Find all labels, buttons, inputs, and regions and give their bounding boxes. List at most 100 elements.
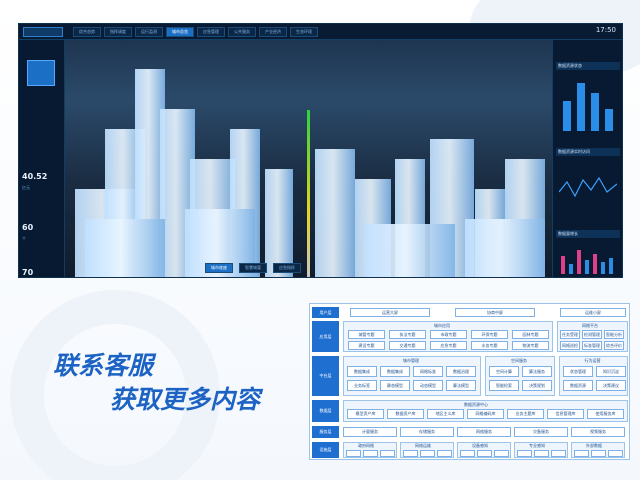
- promo-page: 综合态势 指挥调度 运行监测 城市总览 应急管理 公共服务 产业经济 生态环境 17:50 4…: [0, 0, 640, 480]
- bottom-tab-1[interactable]: 城市底座: [205, 263, 233, 273]
- middle-box-3: 网格标准: [413, 366, 443, 377]
- highlighted-road: [307, 110, 310, 277]
- kpi-value-2: 60: [22, 223, 34, 232]
- building-14: [85, 219, 165, 277]
- dashboard-tab-6[interactable]: 公共服务: [228, 26, 256, 37]
- infra-group-title-2: 网络运维: [415, 443, 431, 448]
- app-box-10: 物流专题: [512, 341, 549, 350]
- infra-group-title-1: 政府网格: [358, 443, 374, 448]
- infra-group-title-4: 专业感知: [529, 443, 545, 448]
- building-7: [265, 169, 293, 277]
- app-box-2: 执法专题: [389, 330, 426, 339]
- kpi-unit-1: 亿元: [22, 185, 30, 190]
- user-box-2: 协商中屏: [455, 308, 535, 317]
- architecture-diagram: 用户层 应用层 中台层 数据层 服务层 设施层 运营大屏 协商中屏 运维小屏 城市应用 城…: [309, 303, 630, 460]
- app-right-group-title: 网格平台: [582, 323, 598, 328]
- kpi-value-1: 40.52: [22, 172, 48, 181]
- infra-mini-box: [591, 450, 606, 457]
- app-right-box-1: 任务受理: [560, 330, 580, 339]
- right-panel-title-3: 数据量增长: [556, 230, 620, 238]
- row-label-4: 数据层: [312, 400, 339, 422]
- data-box-7: 使用服务库: [587, 409, 624, 419]
- middle-box-9: 业务标签: [347, 380, 377, 391]
- kpi-unit-2: 个: [22, 236, 26, 241]
- dashboard-tab-1[interactable]: 综合态势: [73, 26, 101, 37]
- dashboard-tab-3[interactable]: 运行监测: [135, 26, 163, 37]
- data-box-6: 信息管理库: [547, 409, 584, 419]
- middle-box-1: 数据集成: [347, 366, 377, 377]
- infra-group-3: 设备感知: [457, 442, 511, 458]
- app-right-box-3: 智能分析: [604, 330, 624, 339]
- user-box-3: 运维小屏: [560, 308, 626, 317]
- kpi-value-3: 70: [22, 268, 34, 277]
- row-label-1: 用户层: [312, 307, 339, 318]
- infra-group-title-3: 设备感知: [472, 443, 488, 448]
- infra-mini-box: [403, 450, 418, 457]
- service-box-2: 存储服务: [400, 427, 454, 437]
- dashboard-tab-bar: 综合态势 指挥调度 运行监测 城市总览 应急管理 公共服务 产业经济 生态环境: [73, 26, 318, 37]
- app-right-box-2: 检测管理: [582, 330, 602, 339]
- middle-group-title-2: 空间服务: [511, 358, 527, 363]
- app-right-box-6: 综合评价: [604, 341, 624, 350]
- app-box-6: 建设专题: [348, 341, 385, 350]
- app-box-9: 水务专题: [471, 341, 508, 350]
- middle-box-2: 数据集成: [380, 366, 410, 377]
- app-right-box-5: 标准管理: [582, 341, 602, 350]
- middle-box-14: 决策规划: [522, 380, 552, 391]
- right-panel-title-1: 数据资源状态: [556, 62, 620, 70]
- middle-box-13: 智能检索: [489, 380, 519, 391]
- right-bar-chart-2: [559, 244, 617, 274]
- infra-mini-box: [494, 450, 509, 457]
- data-box-2: 数据资产库: [387, 409, 424, 419]
- middle-group-title-3: 行为运营: [584, 358, 601, 363]
- app-box-7: 交通专题: [389, 341, 426, 350]
- data-box-1: 模型资产库: [347, 409, 384, 419]
- right-line-chart: [559, 176, 617, 198]
- middle-box-11: 动态模型: [413, 380, 443, 391]
- app-box-1: 城管专题: [348, 330, 385, 339]
- building-17: [465, 219, 545, 277]
- service-box-4: 灾备服务: [514, 427, 568, 437]
- service-box-5: 视频服务: [571, 427, 625, 437]
- infra-group-1: 政府网格: [343, 442, 397, 458]
- city-3d-view[interactable]: 城市底座 智慧城管 应急指挥: [65, 40, 554, 277]
- cta-line-1[interactable]: 联系客服: [53, 346, 153, 382]
- app-box-4: 环保专题: [471, 330, 508, 339]
- middle-box-15: 数据资源: [563, 380, 593, 391]
- app-group-title: 城市应用: [434, 323, 450, 328]
- dashboard-clock: 17:50: [595, 26, 616, 34]
- dashboard-tab-8[interactable]: 生态环境: [290, 26, 318, 37]
- infra-mini-box: [346, 450, 361, 457]
- right-bar-chart: [559, 76, 617, 131]
- middle-group-title-1: 城市管理: [403, 358, 419, 363]
- app-box-5: 园林专题: [512, 330, 549, 339]
- dashboard-tab-5[interactable]: 应急管理: [197, 26, 225, 37]
- dashboard-left-panel: 40.52 亿元 60 个 70 %: [19, 40, 65, 277]
- infra-mini-box: [534, 450, 549, 457]
- cta-line-2[interactable]: 获取更多内容: [110, 380, 260, 416]
- bottom-tab-3[interactable]: 应急指挥: [273, 263, 301, 273]
- app-right-box-4: 网格巡检: [560, 341, 580, 350]
- middle-box-4: 数据治理: [446, 366, 476, 377]
- dashboard-logo: [23, 27, 63, 37]
- dashboard-tab-7[interactable]: 产业经济: [259, 26, 287, 37]
- left-panel-icon: [27, 60, 55, 86]
- dashboard-tab-2[interactable]: 指挥调度: [104, 26, 132, 37]
- bottom-tab-2[interactable]: 智慧城管: [239, 263, 267, 273]
- infra-group-title-5: 外部数据: [586, 443, 602, 448]
- infra-mini-box: [551, 450, 566, 457]
- middle-box-5: 空间计算: [489, 366, 519, 377]
- row-label-5: 服务层: [312, 426, 339, 438]
- app-box-3: 市政专题: [430, 330, 467, 339]
- building-8: [315, 149, 355, 277]
- dashboard-tab-4[interactable]: 城市总览: [166, 26, 194, 37]
- data-box-5: 业务主题库: [507, 409, 544, 419]
- middle-box-16: 决策建议: [596, 380, 626, 391]
- middle-box-6: 算法服务: [522, 366, 552, 377]
- row-label-2: 应用层: [312, 321, 339, 352]
- middle-box-12: 算法模型: [446, 380, 476, 391]
- dashboard-right-panel: 数据资源状态 数据资源实时访问 数据量增长: [552, 40, 622, 277]
- service-box-1: 计量服务: [343, 427, 397, 437]
- app-box-8: 应急专题: [430, 341, 467, 350]
- infra-mini-box: [363, 450, 378, 457]
